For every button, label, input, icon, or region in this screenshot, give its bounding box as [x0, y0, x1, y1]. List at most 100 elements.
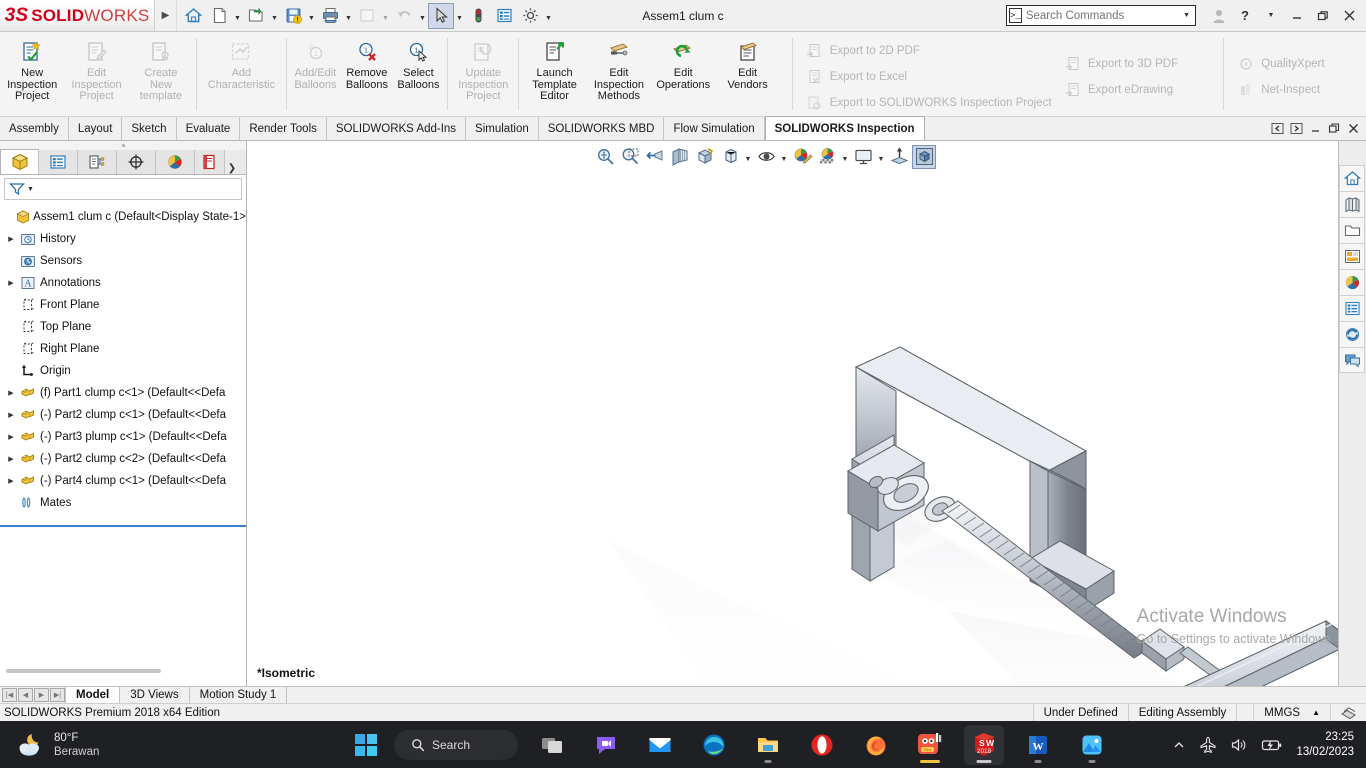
ribbon-new-inspection-project[interactable]: New Inspection Project	[0, 32, 64, 116]
file-explorer-icon[interactable]	[1339, 217, 1365, 243]
ribbon-edit-vendors[interactable]: Edit Vendors	[715, 32, 779, 116]
tree-item-sensors[interactable]: Sensors	[4, 250, 246, 272]
tab-solidworks-inspection[interactable]: SOLIDWORKS Inspection	[764, 116, 925, 140]
tree-arrow-icon[interactable]: ▶	[4, 477, 18, 485]
weather-widget[interactable]: 80°F Berawan	[0, 731, 99, 759]
options-gear-icon[interactable]	[517, 3, 543, 29]
bottom-tab-model[interactable]: Model	[65, 687, 121, 703]
ribbon-edit-operations[interactable]: Edit Operations	[651, 32, 715, 116]
tab-layout[interactable]: Layout	[68, 117, 123, 140]
dimxpert-manager-tab[interactable]	[117, 150, 156, 174]
close-button[interactable]	[1336, 2, 1362, 30]
tab-simulation[interactable]: Simulation	[466, 117, 539, 140]
print-icon[interactable]	[317, 3, 343, 29]
design-library-icon[interactable]	[1339, 191, 1365, 217]
status-overlay-icon[interactable]	[1330, 703, 1366, 722]
tree-item-part4-clump-c-1[interactable]: ▶ (-) Part4 clump c<1> (Default<<Defa	[4, 470, 246, 492]
gom-player-icon[interactable]: Pro	[910, 725, 950, 765]
bottom-tab-3d-views[interactable]: 3D Views	[120, 687, 190, 703]
tree-item-assembly-root[interactable]: Assem1 clum c (Default<Display State-1>	[4, 206, 246, 228]
search-input[interactable]	[1025, 9, 1180, 22]
filter-caret-icon[interactable]: ▼	[27, 186, 34, 193]
show-hidden-icons-chevron-icon[interactable]	[1172, 738, 1186, 752]
assembly-3d-model[interactable]: z x	[248, 141, 1366, 686]
previous-pane-icon[interactable]	[1269, 120, 1286, 137]
custom-properties-icon[interactable]	[1339, 295, 1365, 321]
taskbar-search[interactable]: Search	[394, 729, 518, 760]
next-tab-icon[interactable]: ▶	[34, 688, 49, 702]
start-button[interactable]	[352, 731, 380, 759]
print-preview-caret-icon[interactable]: ▼	[380, 3, 391, 29]
tab-solidworks-mbd[interactable]: SOLIDWORKS MBD	[538, 117, 665, 140]
prev-tab-icon[interactable]: ◀	[18, 688, 33, 702]
solidworks-2018-icon[interactable]: S W 2018	[964, 724, 1004, 765]
battery-icon[interactable]	[1261, 737, 1283, 753]
tab-sketch[interactable]: Sketch	[122, 117, 177, 140]
tab-evaluate[interactable]: Evaluate	[176, 117, 241, 140]
tree-item-part2-clump-c-2[interactable]: ▶ (-) Part2 clump c<2> (Default<<Defa	[4, 448, 246, 470]
units-caret-icon[interactable]: ▲	[1312, 708, 1320, 717]
tree-item-part1-clump-c-1[interactable]: ▶ (f) Part1 clump c<1> (Default<<Defa	[4, 382, 246, 404]
solidworks-resources-icon[interactable]	[1339, 165, 1365, 191]
ribbon-remove-balloons[interactable]: 1 Remove Balloons	[341, 32, 393, 116]
tree-arrow-icon[interactable]: ▶	[4, 411, 18, 419]
tree-item-annotations[interactable]: ▶ A Annotations	[4, 272, 246, 294]
tree-item-top-plane[interactable]: Top Plane	[4, 316, 246, 338]
account-icon[interactable]	[1206, 2, 1232, 30]
first-tab-icon[interactable]: |◀	[2, 688, 17, 702]
inspection-manager-tab[interactable]	[195, 150, 225, 174]
status-units[interactable]: MMGS ▲	[1253, 703, 1330, 722]
graphics-viewport[interactable]: ▼ ▼ ▼ ▼ *Isometric Activate Windows Go t…	[248, 141, 1366, 686]
expand-toolbar-icon[interactable]: ▶	[155, 0, 177, 31]
teams-chat-icon[interactable]	[586, 725, 626, 765]
help-icon[interactable]: ?	[1232, 2, 1258, 30]
save-icon[interactable]	[280, 3, 306, 29]
rebuild-icon[interactable]	[465, 3, 491, 29]
new-document-icon[interactable]	[206, 3, 232, 29]
doc-restore-button[interactable]	[1326, 120, 1343, 137]
new-document-caret-icon[interactable]: ▼	[232, 3, 243, 29]
tab-flow-simulation[interactable]: Flow Simulation	[664, 117, 765, 140]
mail-icon[interactable]	[640, 725, 680, 765]
tab-solidworks-add-ins[interactable]: SOLIDWORKS Add-Ins	[326, 117, 467, 140]
tree-item-part2-clump-c-1[interactable]: ▶ (-) Part2 clump c<1> (Default<<Defa	[4, 404, 246, 426]
property-manager-tab[interactable]	[39, 150, 78, 174]
view-palette-icon[interactable]	[1339, 243, 1365, 269]
open-document-icon[interactable]	[243, 3, 269, 29]
tree-arrow-icon[interactable]: ▶	[4, 389, 18, 397]
print-preview-icon[interactable]	[354, 3, 380, 29]
tree-horizontal-scrollbar[interactable]	[6, 669, 161, 673]
solidworks-sharing-icon[interactable]	[1339, 347, 1365, 373]
bottom-tab-motion-study-1[interactable]: Motion Study 1	[190, 687, 288, 703]
more-tabs-chevron-icon[interactable]: ❯	[225, 163, 239, 174]
tree-item-front-plane[interactable]: Front Plane	[4, 294, 246, 316]
options-caret-icon[interactable]: ▼	[543, 3, 554, 29]
search-caret-icon[interactable]: ▼	[1180, 12, 1193, 19]
tree-arrow-icon[interactable]: ▶	[4, 433, 18, 441]
tree-item-history[interactable]: ▶ History	[4, 228, 246, 250]
file-explorer-icon[interactable]	[748, 725, 788, 765]
firefox-icon[interactable]	[856, 725, 896, 765]
select-caret-icon[interactable]: ▼	[454, 3, 465, 29]
undo-icon[interactable]	[391, 3, 417, 29]
last-tab-icon[interactable]: ▶|	[50, 688, 65, 702]
solidworks-logo[interactable]: 3S SOLIDWORKS	[0, 0, 155, 31]
doc-close-button[interactable]	[1345, 120, 1362, 137]
volume-icon[interactable]	[1230, 736, 1248, 754]
photos-icon[interactable]	[1072, 725, 1112, 765]
tree-item-part3-plump-c-1[interactable]: ▶ (-) Part3 plump c<1> (Default<<Defa	[4, 426, 246, 448]
taskbar-clock[interactable]: 23:25 13/02/2023	[1296, 730, 1354, 760]
configuration-manager-tab[interactable]	[78, 150, 117, 174]
opera-icon[interactable]	[802, 725, 842, 765]
tree-item-mates[interactable]: Mates	[4, 492, 246, 514]
save-caret-icon[interactable]: ▼	[306, 3, 317, 29]
task-view-icon[interactable]	[532, 725, 572, 765]
display-manager-tab[interactable]	[156, 150, 195, 174]
print-caret-icon[interactable]: ▼	[343, 3, 354, 29]
feature-tree-filter[interactable]: ▼	[4, 178, 242, 200]
help-caret-icon[interactable]: ▼	[1258, 2, 1284, 30]
home-icon[interactable]	[180, 3, 206, 29]
ribbon-launch-template-editor[interactable]: Launch Template Editor	[522, 32, 586, 116]
open-document-caret-icon[interactable]: ▼	[269, 3, 280, 29]
restore-button[interactable]	[1310, 2, 1336, 30]
